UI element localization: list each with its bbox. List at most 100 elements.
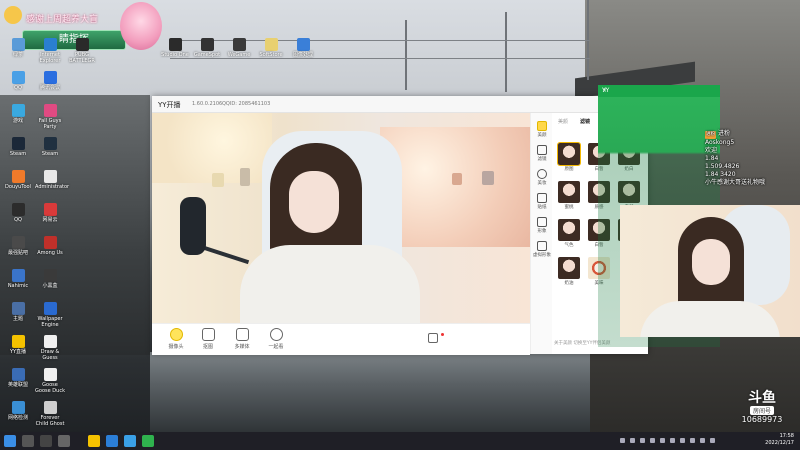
filter-thumbnail (557, 142, 581, 166)
beauty-icon (537, 121, 547, 131)
desktop-icon[interactable]: 腾讯会议 (35, 71, 65, 91)
desktop-icon[interactable]: Fall Guys Party (35, 104, 65, 130)
desktop-icon-label: Steam (9, 151, 27, 157)
app-taskbar-icon[interactable] (106, 435, 118, 447)
sidebar-item-makeup[interactable]: 美妆 (531, 169, 553, 186)
desktop-icon[interactable]: WeGame (224, 38, 254, 58)
filter-item[interactable]: 奶油 (558, 257, 580, 286)
tray-icon[interactable] (630, 438, 635, 443)
app-icon (43, 170, 57, 183)
search-icon[interactable] (22, 435, 34, 447)
chat-message: 1.84 3420 (705, 171, 800, 179)
tray-icon[interactable] (690, 438, 695, 443)
yy-titlebar[interactable]: YY开播 1.60.0.2106 QQID: 2085461103 ☰ – □ … (152, 96, 648, 113)
desktop-icon[interactable]: 主题 (3, 302, 33, 322)
sidebar-label: 虚拟形象 (533, 253, 551, 258)
clock-date: 2022/12/17 (765, 440, 794, 446)
watermark-logo: 斗鱼 (748, 390, 776, 406)
yy-taskbar-icon[interactable] (88, 435, 100, 447)
desktop-icon[interactable]: DouyuTool (3, 170, 33, 190)
tray-icon[interactable] (680, 438, 685, 443)
desktop-icon[interactable]: 英雄联盟 (3, 368, 33, 388)
tray-icon[interactable] (620, 438, 625, 443)
tray-icon[interactable] (670, 438, 675, 443)
desktop-icon[interactable]: SoftStore (256, 38, 286, 58)
sidebar-item-filter[interactable]: 滤镜 (531, 145, 553, 162)
desktop-icon[interactable]: 游戏 (3, 104, 33, 124)
cutout-icon (201, 328, 215, 341)
filter-item[interactable]: 气色 (558, 219, 580, 248)
desktop-icon[interactable]: Administrator (35, 170, 69, 190)
chat-overlay: 进粉 进粉 Aoskong5 欢迎 1.84 1.509.4826 1.84 3420 小牛感… (705, 130, 800, 187)
virtual-avatar-icon (537, 241, 547, 251)
desktop-icon[interactable]: Nahimic (3, 269, 33, 289)
network-icon[interactable] (710, 438, 715, 443)
tab-beauty[interactable]: 美颜 (558, 118, 568, 125)
sidebar-item-beauty[interactable]: 美颜 (531, 121, 553, 138)
record-icon[interactable] (428, 333, 438, 343)
yy-title: YY开播 (158, 101, 181, 109)
filter-item[interactable]: 原图 (557, 142, 581, 172)
desktop-icon[interactable]: 网络检测 (3, 401, 33, 421)
media-button[interactable]: 多媒体 (228, 328, 256, 350)
volume-icon[interactable] (700, 438, 705, 443)
chat-message: Aoskong5 (705, 139, 800, 147)
app-icon (43, 368, 57, 381)
desktop-icon[interactable]: PUBG BATTLEGR (67, 38, 97, 64)
mini-titlebar[interactable]: YY × (598, 85, 720, 97)
desktop-icon-label: Among Us (37, 250, 63, 256)
app-icon (11, 137, 25, 150)
desktop-icon[interactable]: Wallpaper Engine (35, 302, 65, 328)
sidebar-label: 滤镜 (537, 157, 547, 162)
desktop-icon[interactable]: 网易云 (35, 203, 65, 223)
desktop-icon[interactable]: YY直播 (3, 335, 33, 355)
camera-preview[interactable] (152, 113, 530, 323)
preview-lamp-light (380, 127, 530, 247)
desktop-icon[interactable]: Studio One (160, 38, 190, 58)
file-explorer-icon[interactable] (58, 435, 70, 447)
desktop-icon[interactable]: 绿茶 (3, 38, 33, 58)
desktop-icon[interactable]: 小黑盒 (35, 269, 65, 289)
app-icon (11, 269, 25, 282)
pip-person-face (692, 239, 730, 285)
desktop-icon[interactable]: QQ (3, 71, 33, 91)
desktop-icon[interactable]: Steam (3, 137, 33, 157)
desktop-icon[interactable]: 最强贴吧 (3, 236, 33, 256)
desktop-icon[interactable]: Among Us (35, 236, 65, 256)
desktop-icon[interactable]: GameSpot (192, 38, 222, 58)
tray-icon[interactable] (660, 438, 665, 443)
desktop-icon[interactable]: Internet Explorer (35, 38, 65, 64)
sidebar-item-sticker[interactable]: 贴纸 (531, 193, 553, 210)
cutout-button[interactable]: 抠图 (194, 328, 222, 350)
app-icon (264, 38, 278, 51)
tab-filter[interactable]: 滤镜 (580, 118, 590, 125)
edge-icon[interactable] (124, 435, 136, 447)
watch-together-button[interactable]: 一起看 (262, 328, 290, 350)
sidebar-item-avatar[interactable]: 形象 (531, 217, 553, 234)
tray-icon[interactable] (650, 438, 655, 443)
desktop-icon[interactable]: 图像处理 (288, 38, 318, 58)
desktop-icon[interactable]: Steam (35, 137, 65, 157)
sidebar-item-virtual[interactable]: 虚拟形象 (531, 241, 553, 258)
wechat-icon[interactable] (142, 435, 154, 447)
desktop-icon[interactable]: QQ (3, 203, 33, 223)
desktop-icon[interactable]: Draw & Guess (35, 335, 65, 361)
start-icon[interactable] (4, 435, 16, 447)
desktop-icon[interactable]: Forever Child Ghost (35, 401, 65, 427)
app-icon (43, 104, 57, 117)
desktop-icon-label: Forever Child Ghost (35, 415, 65, 427)
desktop-icon[interactable]: Goose Goose Duck (35, 368, 65, 394)
app-icon (11, 302, 25, 315)
task-view-icon[interactable] (40, 435, 52, 447)
camera-button-label: 摄像头 (168, 344, 184, 350)
taskbar-clock[interactable]: 17:58 2022/12/17 (765, 433, 794, 447)
tray-icon[interactable] (640, 438, 645, 443)
media-button-label: 多媒体 (234, 344, 250, 350)
filter-item[interactable]: 蜜桃 (558, 181, 580, 210)
app-icon (200, 38, 214, 51)
sidebar-label: 形象 (537, 229, 547, 234)
banner-thanks-text: 感谢上周超养大盲 (26, 15, 99, 25)
filter-label: 蜜桃 (564, 205, 574, 210)
camera-button[interactable]: 摄像头 (162, 328, 190, 350)
close-icon[interactable]: × (602, 87, 717, 94)
